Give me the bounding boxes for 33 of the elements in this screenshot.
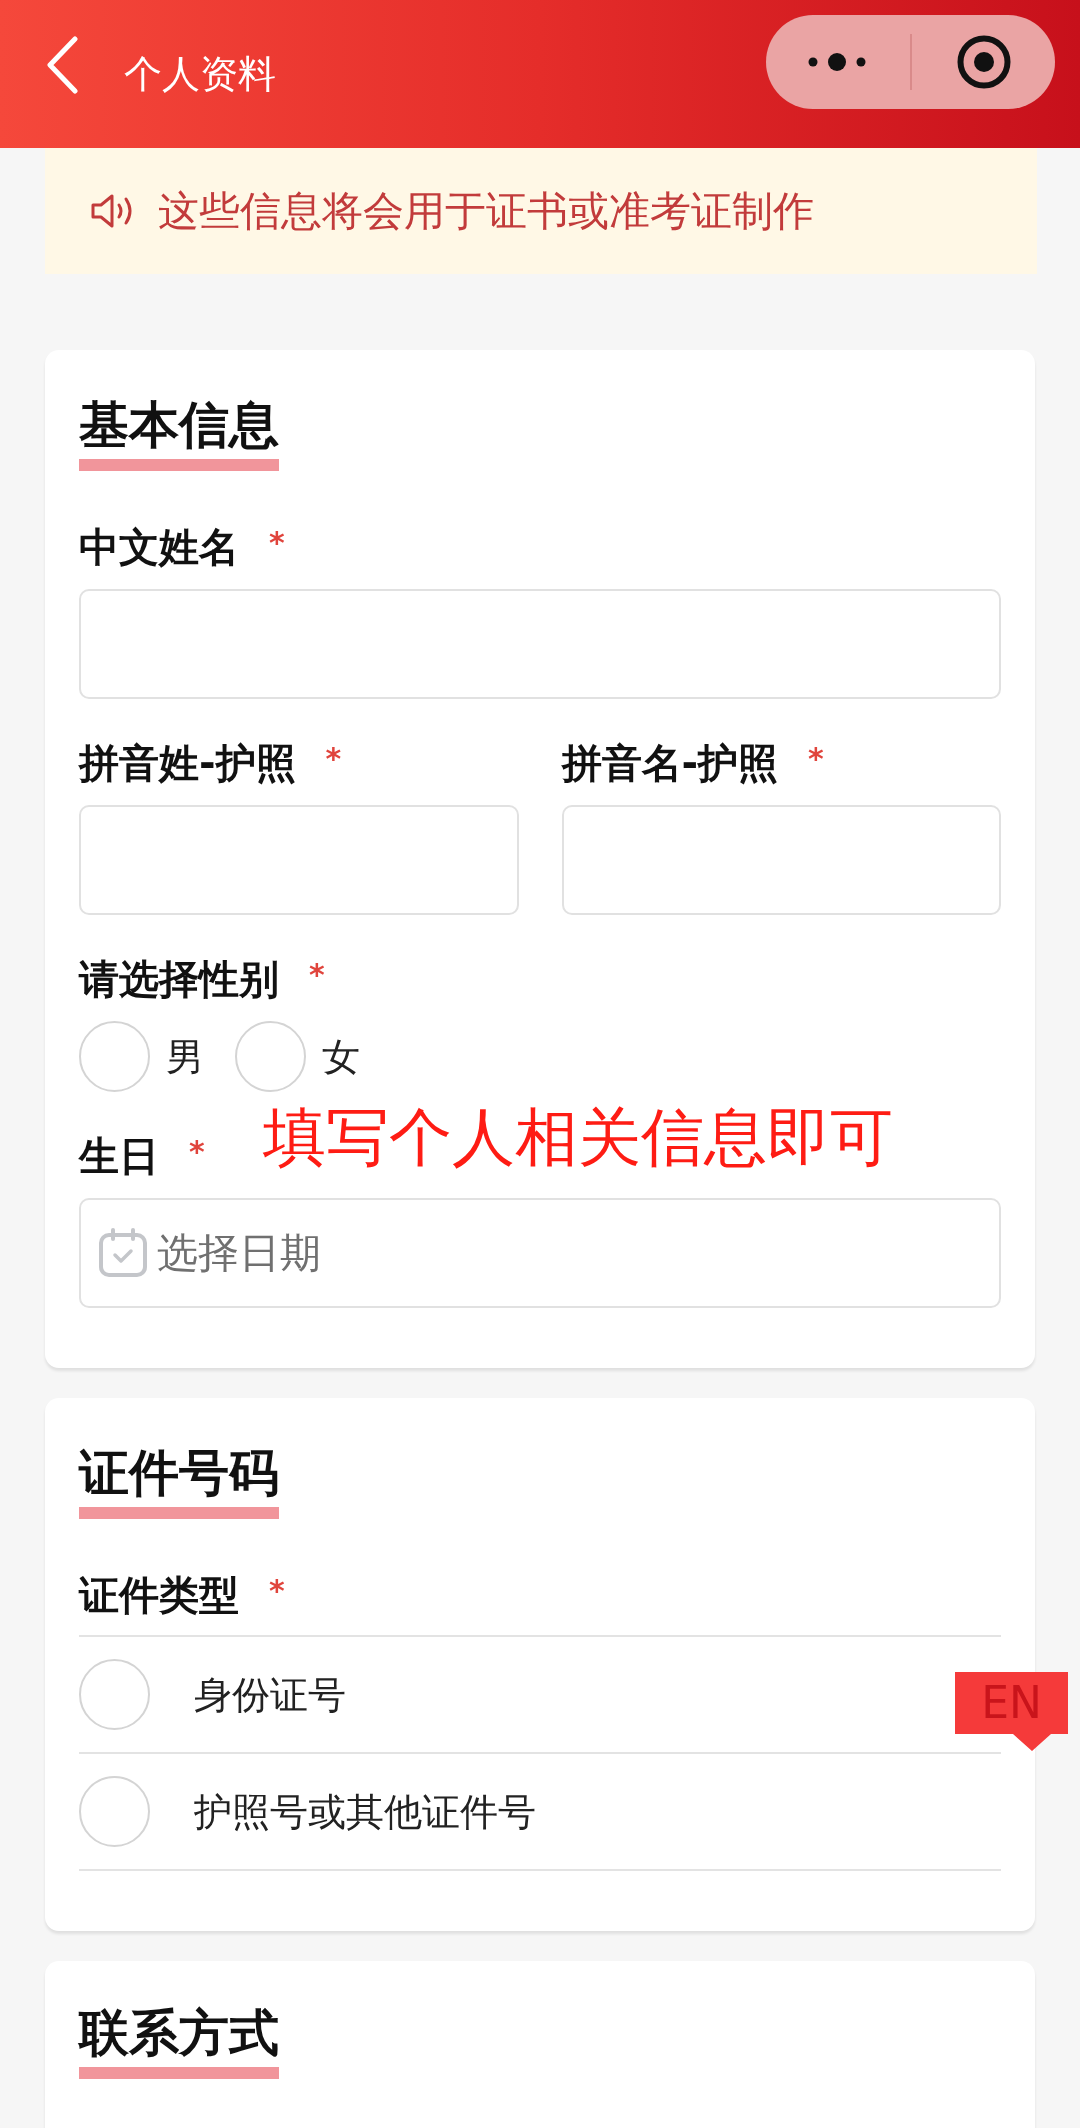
required-mark: * [808, 744, 824, 774]
radio-option[interactable]: 男 [79, 1021, 204, 1092]
annotation-text: 填写个人相关信息即可 [263, 1102, 893, 1174]
section-title: 证件号码 [79, 1443, 279, 1519]
more-icon [808, 53, 866, 71]
radio-option[interactable]: 护照号或其他证件号 [79, 1776, 536, 1847]
target-icon [957, 35, 1011, 89]
field-label: 请选择性别 [79, 955, 279, 1003]
required-mark: * [189, 1137, 205, 1167]
text-input[interactable] [79, 805, 519, 915]
section-title: 联系方式 [79, 2003, 279, 2079]
field-label: 中文姓名 [79, 523, 239, 571]
required-mark: * [269, 528, 285, 558]
page-title: 个人资料 [124, 52, 276, 96]
notice-text: 这些信息将会用于证书或准考证制作 [158, 186, 814, 236]
chevron-left-icon [45, 36, 79, 94]
field-label: 拼音姓-护照 [79, 739, 296, 787]
required-mark: * [269, 1576, 285, 1606]
back-button[interactable] [45, 36, 79, 94]
field-label: 拼音名-护照 [561, 739, 779, 787]
close-button[interactable] [957, 35, 1011, 89]
text-input[interactable] [79, 589, 1001, 699]
more-button[interactable] [808, 53, 866, 71]
date-input[interactable]: 选择日期 [79, 1198, 1001, 1308]
required-mark: * [309, 960, 325, 990]
text-input[interactable] [561, 805, 1001, 915]
radio-option[interactable]: 女 [235, 1021, 360, 1092]
field-label: 证件类型 [79, 1571, 239, 1619]
field-label: 生日 [79, 1132, 159, 1180]
radio-option[interactable]: 身份证号 [79, 1659, 346, 1730]
calendar-icon [98, 1228, 148, 1278]
required-mark: * [325, 744, 342, 774]
section-title: 基本信息 [79, 395, 279, 471]
